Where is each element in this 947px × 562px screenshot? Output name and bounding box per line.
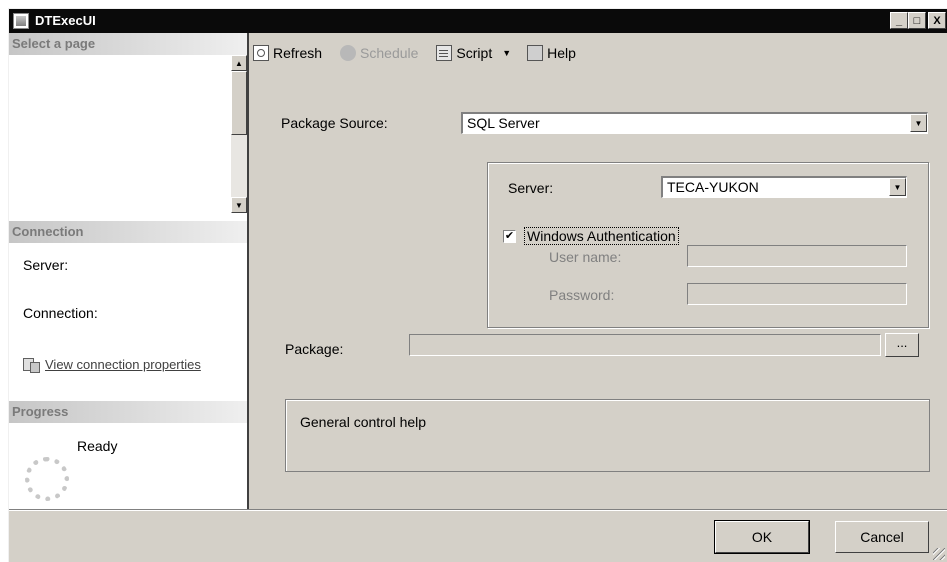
script-icon — [436, 45, 453, 61]
view-connection-properties-text[interactable]: View connection properties — [45, 357, 201, 372]
toolbar: Refresh Schedule Script ▼ Help — [253, 42, 594, 64]
bottom-divider — [9, 509, 947, 511]
view-connection-properties-link[interactable]: View connection properties — [23, 354, 201, 374]
progress-spinner-icon — [25, 457, 69, 501]
cancel-button[interactable]: Cancel — [835, 521, 929, 553]
left-pane: Select a page ▲ ▼ Connection Server: Con… — [9, 33, 249, 509]
chevron-down-icon[interactable]: ▼ — [889, 178, 906, 196]
windows-auth-label: Windows Authentication — [524, 227, 679, 245]
package-label: Package: — [285, 341, 344, 357]
scroll-down-icon[interactable]: ▼ — [231, 197, 247, 213]
app-icon — [13, 13, 29, 29]
scrollbar-thumb[interactable] — [231, 71, 247, 135]
server-value: TECA-YUKON — [667, 179, 759, 195]
progress-status: Ready — [77, 438, 118, 454]
script-button[interactable]: Script — [436, 45, 492, 61]
script-dropdown-icon[interactable]: ▼ — [502, 48, 511, 58]
user-name-label: User name: — [549, 249, 622, 265]
checkbox-checked-icon[interactable]: ✔ — [503, 229, 516, 243]
package-input[interactable] — [409, 334, 881, 356]
package-source-select[interactable]: SQL Server ▼ — [461, 112, 928, 134]
title-bar[interactable]: DTExecUI _ □ X — [9, 9, 947, 33]
close-button[interactable]: X — [928, 12, 946, 29]
select-page-header: Select a page — [9, 33, 247, 55]
dtexecui-window: DTExecUI _ □ X Select a page ▲ ▼ Connect… — [8, 8, 947, 562]
server-label: Server: — [508, 180, 554, 196]
window-title: DTExecUI — [35, 13, 96, 28]
connection-server-label: Server: — [23, 257, 69, 273]
schedule-label: Schedule — [360, 45, 419, 61]
maximize-button[interactable]: □ — [908, 12, 926, 29]
scroll-up-icon[interactable]: ▲ — [231, 55, 247, 71]
package-source-value: SQL Server — [467, 115, 540, 131]
page-list-scrollbar[interactable]: ▲ ▼ — [231, 55, 247, 213]
password-label: Password: — [549, 287, 615, 303]
refresh-label: Refresh — [273, 45, 323, 61]
refresh-button[interactable]: Refresh — [253, 45, 322, 61]
script-label: Script — [456, 45, 493, 61]
schedule-icon — [340, 45, 357, 61]
control-help-panel: General control help — [285, 399, 930, 472]
connection-properties-icon — [23, 356, 40, 373]
help-label: Help — [547, 45, 576, 61]
window-controls: _ □ X — [890, 12, 946, 29]
server-select[interactable]: TECA-YUKON ▼ — [661, 176, 907, 198]
chevron-down-icon[interactable]: ▼ — [910, 114, 927, 132]
control-help-text: General control help — [300, 414, 427, 430]
password-input[interactable] — [687, 283, 907, 305]
connection-label: Connection: — [23, 305, 98, 321]
minimize-button[interactable]: _ — [890, 12, 908, 29]
ok-button[interactable]: OK — [714, 520, 810, 554]
help-button[interactable]: Help — [527, 45, 576, 61]
connection-header: Connection — [9, 221, 247, 243]
user-name-input[interactable] — [687, 245, 907, 267]
browse-package-button[interactable]: ... — [885, 333, 919, 357]
resize-grip-icon[interactable] — [933, 548, 945, 560]
schedule-button[interactable]: Schedule — [340, 45, 418, 61]
progress-header: Progress — [9, 401, 247, 423]
windows-auth-checkbox[interactable]: ✔ Windows Authentication — [503, 227, 679, 245]
refresh-icon — [253, 45, 269, 61]
package-source-label: Package Source: — [281, 115, 388, 131]
help-icon — [527, 45, 544, 61]
